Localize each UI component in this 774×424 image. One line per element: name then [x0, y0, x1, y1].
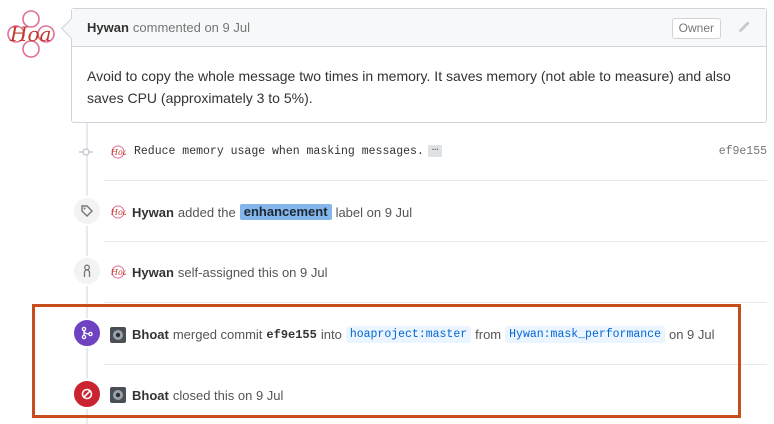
- svg-text:Hoa: Hoa: [110, 148, 126, 157]
- comment-author[interactable]: Hywan: [87, 20, 129, 35]
- hoa-mini-avatar[interactable]: Hoa: [110, 264, 126, 280]
- git-commit-icon: [79, 148, 93, 156]
- hoa-mini-avatar[interactable]: Hoa: [110, 204, 126, 220]
- comment-header: Hywan commented on 9 Jul Owner: [72, 9, 766, 47]
- highlight-box: [32, 304, 741, 418]
- comment-timestamp[interactable]: commented on 9 Jul: [133, 20, 250, 35]
- commit-message[interactable]: Reduce memory usage when masking message…: [134, 143, 443, 158]
- tag-badge: [72, 196, 102, 226]
- commit-message-text[interactable]: Reduce memory usage when masking message…: [134, 145, 424, 158]
- label-event-text: Hoa Hywan added the enhancement label on…: [110, 204, 412, 220]
- assign-event-text: Hoa Hywan self-assigned this on 9 Jul: [110, 264, 328, 280]
- person-badge: [72, 256, 102, 286]
- event-actor[interactable]: Hywan: [132, 265, 174, 280]
- owner-badge: Owner: [671, 18, 721, 39]
- event-actor[interactable]: Hywan: [132, 205, 174, 220]
- person-icon: [83, 264, 91, 277]
- event-action: added the: [177, 204, 236, 220]
- event-suffix: label on 9 Jul: [335, 204, 413, 220]
- pencil-icon[interactable]: [736, 19, 752, 35]
- svg-text:Hoa: Hoa: [9, 22, 51, 46]
- comment-body: Avoid to copy the whole message two time…: [87, 68, 731, 106]
- commit-sha[interactable]: ef9e155: [719, 145, 767, 158]
- label-event: Hoa Hywan added the enhancement label on…: [71, 196, 767, 228]
- tag-icon: [81, 205, 93, 217]
- divider: [104, 302, 767, 303]
- hoa-avatar[interactable]: Hoa: [6, 9, 56, 59]
- comment-box: Hywan commented on 9 Jul Owner Avoid to …: [71, 8, 767, 123]
- enhancement-label[interactable]: enhancement: [239, 204, 332, 220]
- svg-text:Hoa: Hoa: [110, 268, 126, 277]
- assign-event: Hoa Hywan self-assigned this on 9 Jul: [71, 256, 767, 288]
- hoa-logo-icon: Hoa: [7, 10, 55, 58]
- event-text: self-assigned this on 9 Jul: [177, 264, 328, 280]
- divider: [104, 241, 767, 242]
- divider: [104, 180, 767, 181]
- commit-row: Hoa Reduce memory usage when masking mes…: [71, 137, 767, 167]
- hoa-mini-avatar[interactable]: Hoa: [110, 144, 126, 160]
- expand-commit-button[interactable]: …: [427, 143, 443, 157]
- svg-text:Hoa: Hoa: [110, 208, 126, 217]
